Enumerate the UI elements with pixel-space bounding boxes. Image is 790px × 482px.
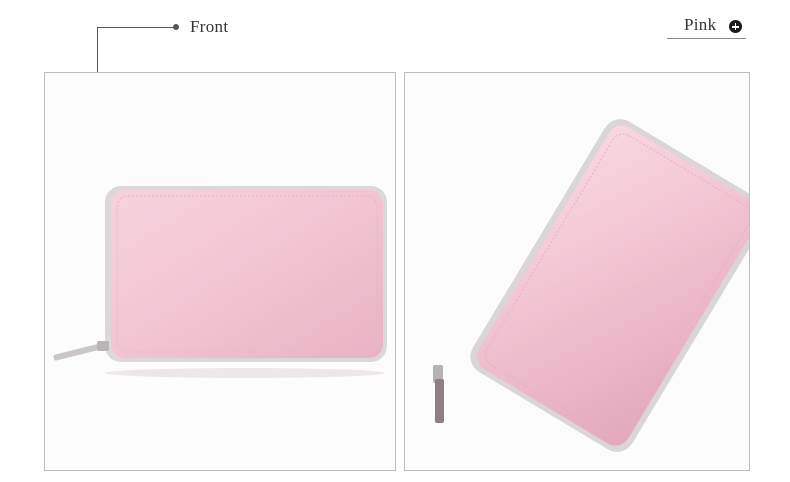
wallet-angled-illustration — [433, 119, 749, 452]
callout-line-vertical — [97, 27, 98, 72]
plus-circle-icon[interactable] — [729, 20, 742, 33]
wallet-body — [111, 190, 383, 358]
callout-dot — [173, 24, 179, 30]
product-image-front — [44, 72, 396, 471]
color-option-label[interactable]: Pink — [684, 15, 716, 35]
zipper-pull — [435, 379, 444, 423]
callout-line-horizontal — [97, 27, 177, 28]
wallet-front-illustration — [53, 186, 387, 378]
wallet-shadow — [105, 368, 385, 378]
zipper-slider — [97, 341, 109, 351]
color-option-underline — [667, 38, 746, 39]
front-view-label: Front — [190, 17, 229, 36]
product-image-angled — [404, 72, 750, 471]
zipper-pull — [53, 343, 103, 361]
